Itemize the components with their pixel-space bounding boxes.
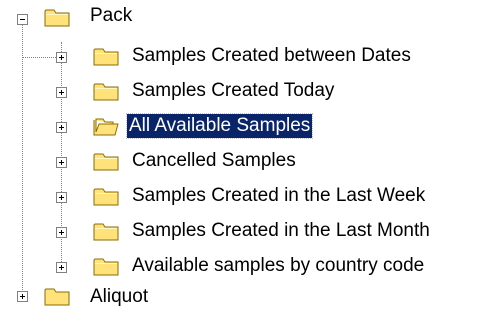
tree-node-child[interactable]: Cancelled Samples bbox=[0, 145, 494, 175]
folder-icon bbox=[93, 223, 119, 241]
folder-icon bbox=[44, 288, 70, 306]
expand-toggle[interactable] bbox=[56, 192, 67, 203]
tree-connector bbox=[22, 57, 56, 58]
folder-icon bbox=[93, 258, 119, 276]
tree-node-label: Available samples by country code bbox=[132, 255, 425, 276]
tree-node-child[interactable]: Samples Created between Dates bbox=[0, 40, 494, 70]
expand-toggle[interactable] bbox=[17, 291, 28, 302]
tree-node-child[interactable]: Samples Created in the Last Month bbox=[0, 215, 494, 245]
tree-node-pack[interactable]: Pack bbox=[0, 2, 494, 32]
tree-node-child[interactable]: Available samples by country code bbox=[0, 250, 494, 280]
folder-icon bbox=[93, 188, 119, 206]
tree-node-label: All Available Samples bbox=[125, 113, 314, 139]
collapse-toggle[interactable] bbox=[17, 14, 28, 25]
tree-node-aliquot[interactable]: Aliquot bbox=[0, 285, 494, 315]
tree-view: Pack Samples Created between Dates Sampl… bbox=[0, 0, 494, 307]
tree-node-label: Cancelled Samples bbox=[132, 150, 296, 171]
expand-toggle[interactable] bbox=[56, 87, 67, 98]
tree-node-child-selected[interactable]: All Available Samples bbox=[0, 110, 494, 140]
tree-node-label: Samples Created Today bbox=[132, 80, 335, 101]
folder-icon bbox=[93, 83, 119, 101]
expand-toggle[interactable] bbox=[56, 122, 67, 133]
expand-toggle[interactable] bbox=[56, 262, 67, 273]
tree-node-label: Pack bbox=[90, 5, 133, 26]
folder-open-icon bbox=[44, 9, 70, 27]
tree-node-child[interactable]: Samples Created in the Last Week bbox=[0, 180, 494, 210]
tree-node-label: Aliquot bbox=[90, 286, 149, 307]
tree-node-label: Samples Created in the Last Month bbox=[132, 220, 430, 241]
tree-node-label: Samples Created in the Last Week bbox=[132, 185, 426, 206]
expand-toggle[interactable] bbox=[56, 52, 67, 63]
expand-toggle[interactable] bbox=[56, 227, 67, 238]
folder-icon bbox=[93, 153, 119, 171]
tree-node-label: Samples Created between Dates bbox=[132, 45, 411, 66]
expand-toggle[interactable] bbox=[56, 157, 67, 168]
folder-icon bbox=[93, 48, 119, 66]
folder-open-icon bbox=[93, 118, 119, 136]
tree-node-child[interactable]: Samples Created Today bbox=[0, 75, 494, 105]
